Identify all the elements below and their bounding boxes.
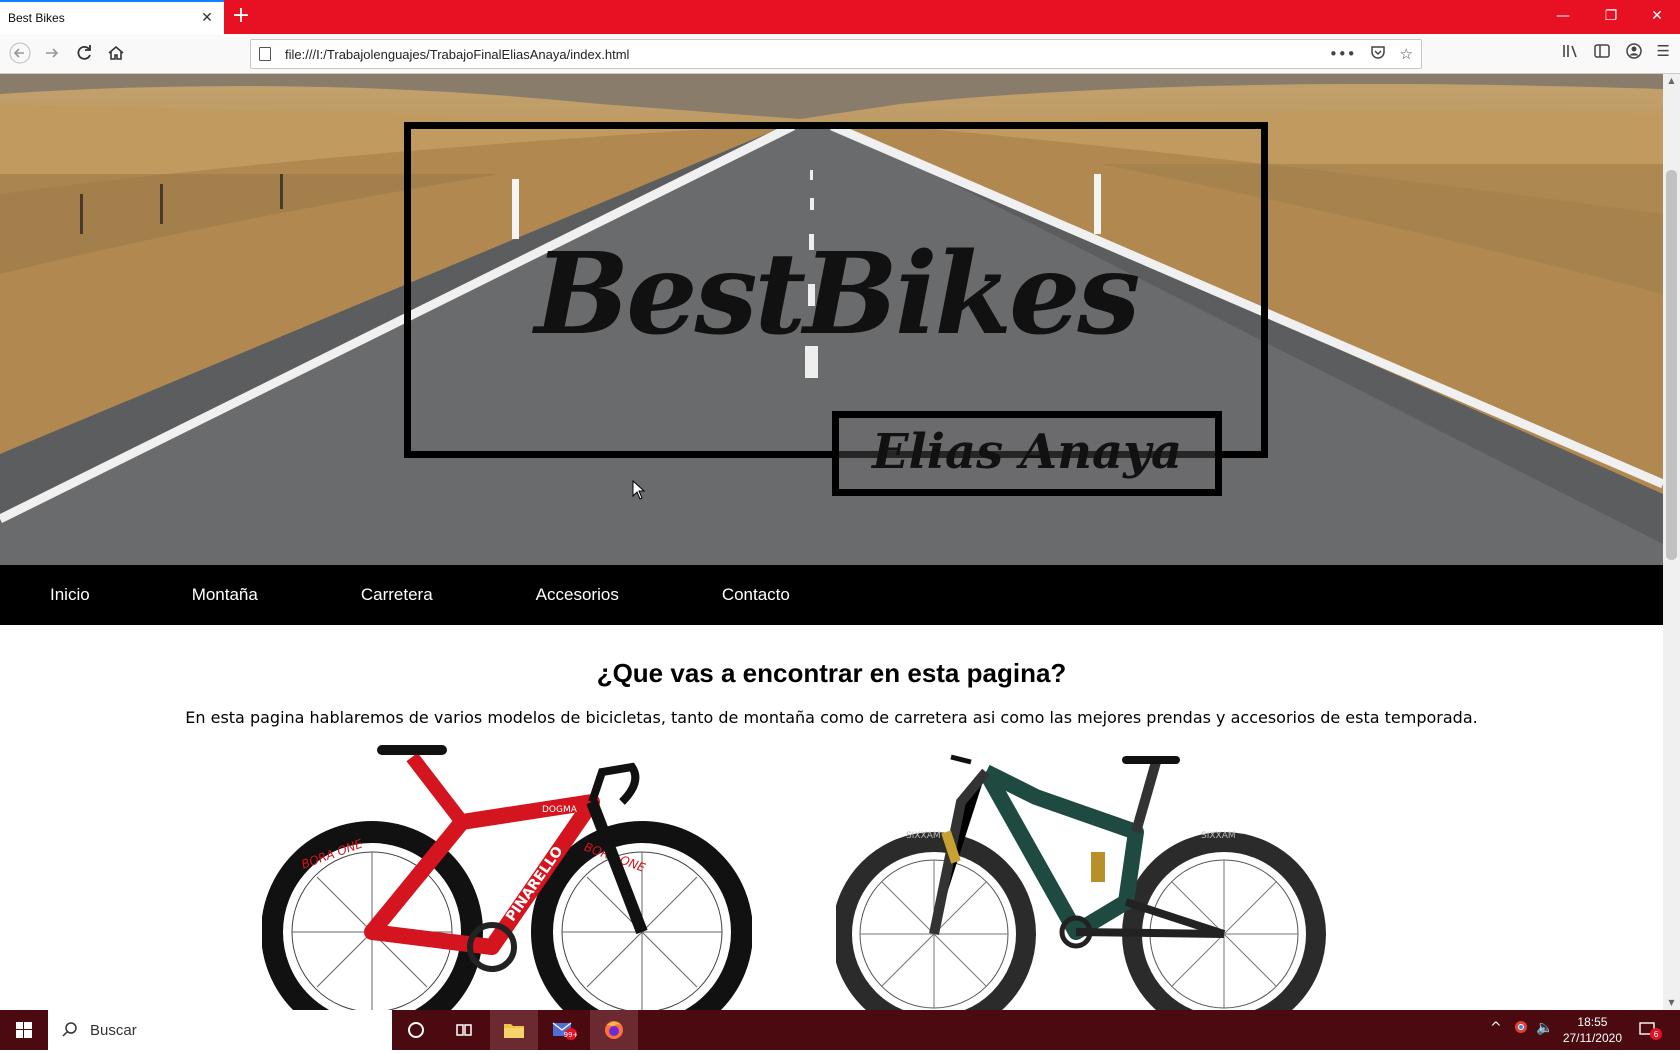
cortana-circle-icon bbox=[408, 1022, 424, 1038]
scroll-up-icon[interactable]: ▲ bbox=[1663, 74, 1680, 88]
address-bar[interactable]: file:///I:/Trabajolenguajes/TrabajoFinal… bbox=[250, 39, 1422, 69]
author-frame: Elias Anaya bbox=[832, 411, 1222, 496]
tire-label: SIXXAM bbox=[906, 831, 941, 841]
windows-logo-icon bbox=[16, 1022, 32, 1038]
mail-icon: 99+ bbox=[552, 1022, 577, 1040]
author-name: Elias Anaya bbox=[871, 424, 1183, 480]
mouse-cursor-icon bbox=[632, 480, 646, 500]
browser-toolbar: file:///I:/Trabajolenguajes/TrabajoFinal… bbox=[0, 34, 1680, 74]
tab-close-icon[interactable]: ✕ bbox=[198, 10, 216, 26]
tab-title: Best Bikes bbox=[8, 11, 65, 25]
firefox-button[interactable] bbox=[590, 1010, 638, 1050]
page-icon bbox=[259, 47, 271, 61]
show-hidden-icons[interactable]: ^ bbox=[1490, 1020, 1502, 1036]
start-button[interactable] bbox=[0, 1010, 48, 1050]
notifications-button[interactable]: 6 bbox=[1628, 1010, 1672, 1050]
home-icon[interactable] bbox=[104, 42, 128, 66]
library-icon[interactable] bbox=[1561, 42, 1579, 64]
clock-time: 18:55 bbox=[1577, 1015, 1608, 1029]
volume-icon[interactable]: 🔈 bbox=[1536, 1020, 1553, 1036]
task-view-icon bbox=[456, 1024, 472, 1036]
sidebar-icon[interactable] bbox=[1593, 42, 1611, 64]
search-icon bbox=[62, 1022, 77, 1037]
pocket-icon[interactable] bbox=[1370, 44, 1386, 64]
windows-taskbar: Buscar 99+ ^ 🔈 18:55 27/11/2020 6 bbox=[0, 1010, 1680, 1050]
tab-strip: Best Bikes ✕ + — ❐ ✕ bbox=[0, 0, 1680, 34]
browser-tab[interactable]: Best Bikes ✕ bbox=[0, 0, 224, 34]
account-icon[interactable] bbox=[1625, 42, 1643, 64]
cortana-button[interactable] bbox=[392, 1010, 440, 1050]
tire-label: SIXXAM bbox=[1201, 831, 1236, 841]
action-center-icon: 6 bbox=[1639, 1022, 1662, 1040]
back-icon[interactable] bbox=[8, 42, 32, 66]
minimize-button[interactable]: — bbox=[1540, 0, 1586, 34]
main-menu: Inicio Montaña Carretera Accesorios Cont… bbox=[0, 565, 1663, 625]
menu-item-inicio[interactable]: Inicio bbox=[50, 585, 90, 605]
url-text[interactable]: file:///I:/Trabajolenguajes/TrabajoFinal… bbox=[285, 47, 1329, 62]
reload-icon[interactable] bbox=[72, 42, 96, 66]
more-actions-icon[interactable]: ••• bbox=[1329, 45, 1356, 63]
mail-app-button[interactable]: 99+ bbox=[540, 1010, 588, 1050]
hero-banner: BestBikes Elias Anaya bbox=[0, 74, 1663, 565]
menu-icon[interactable]: ☰ bbox=[1657, 42, 1670, 64]
bookmark-star-icon[interactable]: ☆ bbox=[1400, 45, 1413, 63]
section-description: En esta pagina hablaremos de varios mode… bbox=[185, 708, 1478, 727]
folder-icon bbox=[504, 1024, 524, 1038]
section-title: ¿Que vas a encontrar en esta pagina? bbox=[596, 658, 1067, 688]
forward-icon[interactable] bbox=[40, 42, 64, 66]
clock-date: 27/11/2020 bbox=[1562, 1031, 1622, 1045]
mountain-bike-image: SIXXAM SIXXAM bbox=[836, 754, 1326, 1010]
menu-item-accesorios[interactable]: Accesorios bbox=[536, 585, 619, 605]
close-window-button[interactable]: ✕ bbox=[1634, 0, 1680, 34]
chrome-tray-icon[interactable] bbox=[1514, 1020, 1528, 1038]
restore-button[interactable]: ❐ bbox=[1588, 0, 1634, 34]
site-logo: BestBikes bbox=[534, 229, 1141, 360]
task-view-button[interactable] bbox=[440, 1010, 488, 1050]
scroll-thumb[interactable] bbox=[1666, 170, 1677, 560]
menu-item-carretera[interactable]: Carretera bbox=[361, 585, 433, 605]
menu-item-montana[interactable]: Montaña bbox=[192, 585, 258, 605]
file-explorer-button[interactable] bbox=[490, 1010, 538, 1050]
menu-item-contacto[interactable]: Contacto bbox=[722, 585, 790, 605]
page-viewport: BestBikes Elias Anaya Inicio Montaña Car… bbox=[0, 74, 1663, 1010]
search-placeholder: Buscar bbox=[90, 1021, 137, 1039]
frame-model-label: DOGMA bbox=[542, 805, 578, 815]
notification-count: 6 bbox=[1653, 1030, 1658, 1039]
taskbar-search[interactable]: Buscar bbox=[48, 1010, 392, 1050]
new-tab-button[interactable]: + bbox=[228, 4, 254, 30]
road-bike-image: BORA ONE BORA ONE PINARELLO DOGMA bbox=[262, 745, 752, 1010]
mail-badge: 99+ bbox=[564, 1031, 577, 1039]
logo-frame: BestBikes bbox=[404, 122, 1268, 458]
scroll-down-icon[interactable]: ▼ bbox=[1663, 996, 1680, 1010]
page-scrollbar[interactable]: ▲ ▼ bbox=[1663, 74, 1680, 1010]
system-clock[interactable]: 18:55 27/11/2020 bbox=[1563, 1014, 1622, 1046]
firefox-icon bbox=[605, 1021, 623, 1039]
